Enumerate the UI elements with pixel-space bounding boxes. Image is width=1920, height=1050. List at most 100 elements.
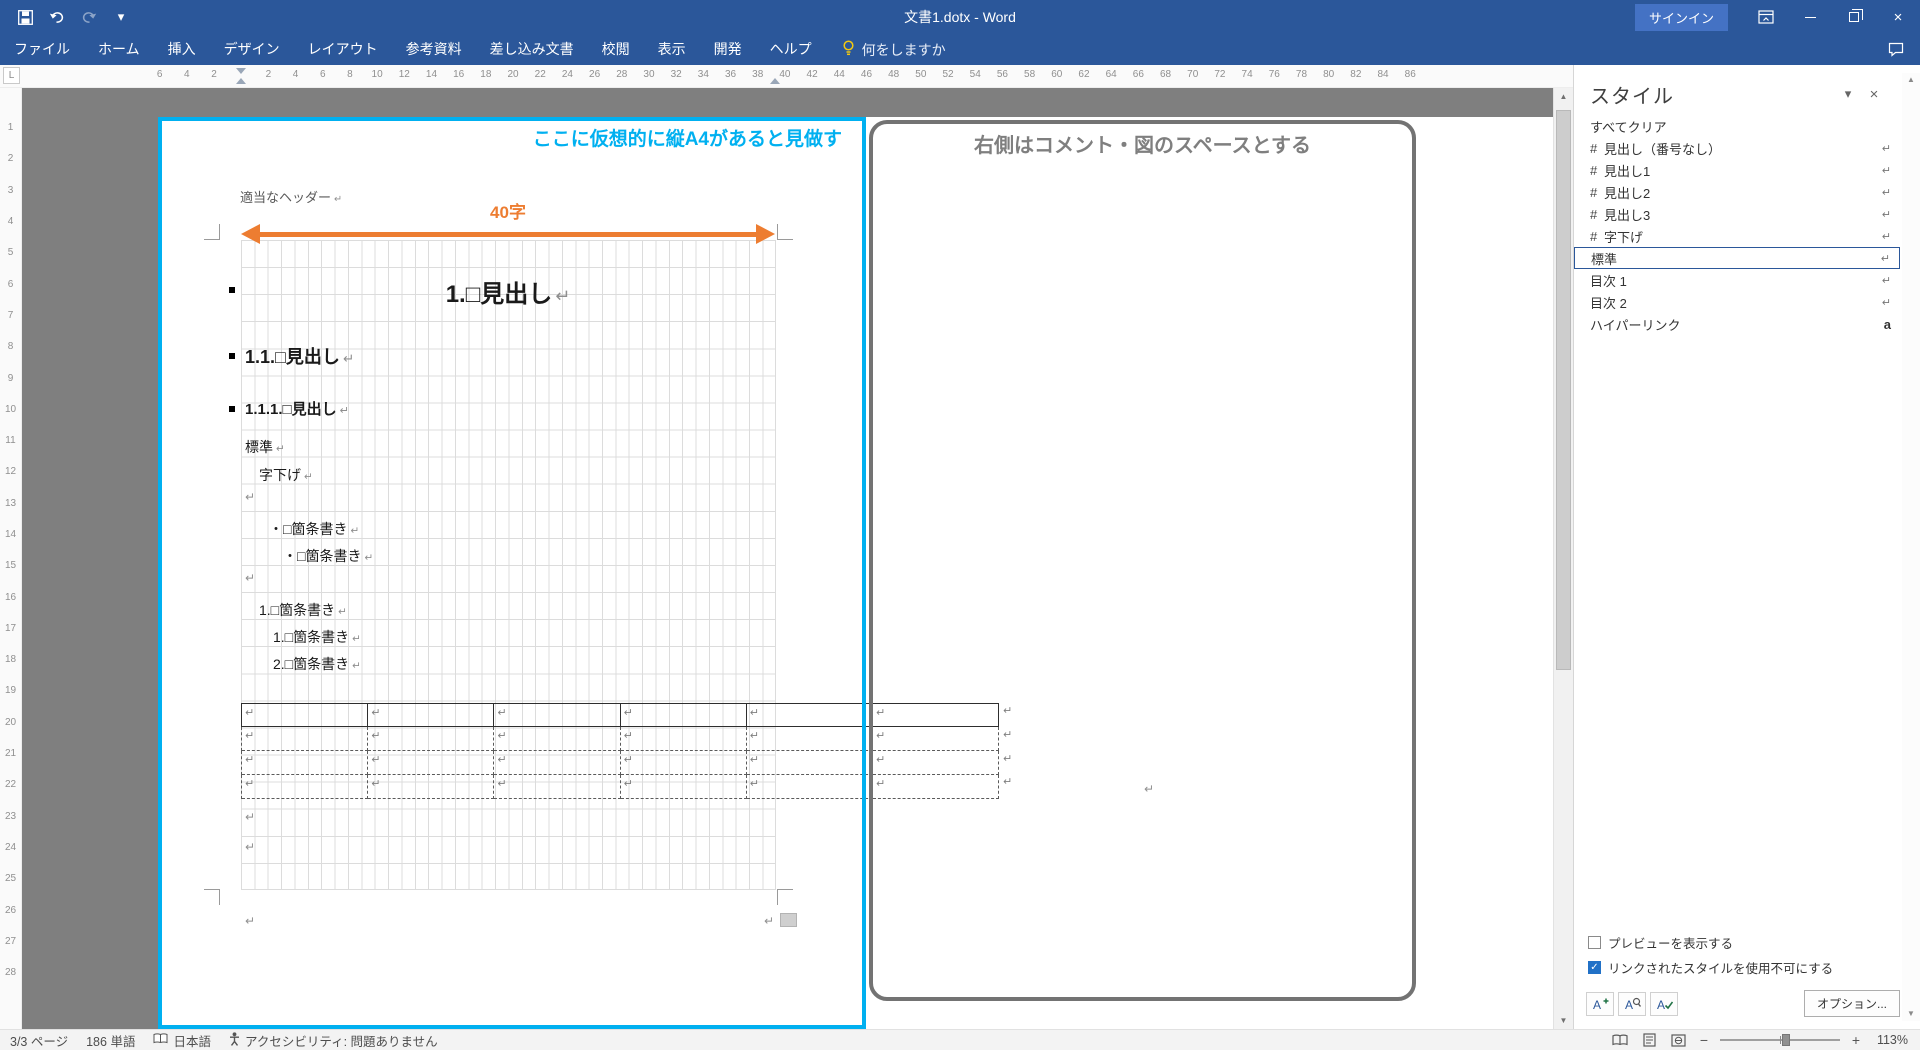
- table-cell[interactable]: ↵: [242, 751, 369, 775]
- hanging-indent-marker[interactable]: [236, 78, 246, 84]
- table-cell[interactable]: ↵: [368, 775, 495, 799]
- table-cell[interactable]: ↵: [494, 775, 621, 799]
- table-cell[interactable]: ↵: [746, 751, 873, 775]
- word-count-status[interactable]: 186 単語: [86, 1031, 135, 1050]
- ribbon-tab[interactable]: 挿入: [154, 34, 210, 65]
- document-vertical-scrollbar[interactable]: ▲ ▼: [1553, 88, 1573, 1029]
- ribbon-tab[interactable]: 参考資料: [392, 34, 476, 65]
- table-cell[interactable]: ↵: [242, 775, 369, 799]
- table-cell[interactable]: ↵: [746, 704, 873, 727]
- zoom-out-button[interactable]: −: [1697, 1032, 1711, 1048]
- proofing-status[interactable]: 日本語: [153, 1031, 211, 1050]
- minimize-button[interactable]: [1788, 0, 1832, 34]
- zoom-in-button[interactable]: +: [1849, 1032, 1863, 1048]
- read-mode-icon[interactable]: [1610, 1032, 1630, 1049]
- style-item-heading1[interactable]: # 見出し1 ↵: [1574, 159, 1900, 181]
- save-icon[interactable]: [12, 4, 38, 30]
- style-inspector-button[interactable]: A: [1618, 991, 1646, 1016]
- feedback-icon[interactable]: [1888, 42, 1904, 57]
- ribbon-display-options-icon[interactable]: [1744, 0, 1788, 34]
- style-item-heading-unnumbered[interactable]: # 見出し（番号なし） ↵: [1574, 137, 1900, 159]
- table-cell[interactable]: ↵: [494, 727, 621, 751]
- undo-icon[interactable]: [44, 4, 70, 30]
- close-button[interactable]: ×: [1876, 0, 1920, 34]
- zoom-percentage[interactable]: 113%: [1872, 1033, 1908, 1047]
- table-cell[interactable]: ↵: [494, 751, 621, 775]
- table-cell[interactable]: ↵: [872, 704, 1000, 727]
- doc-heading1[interactable]: 1.□見出し ↵: [241, 274, 775, 309]
- style-item-toc-1[interactable]: 目次 1 ↵: [1574, 269, 1900, 291]
- horizontal-ruler[interactable]: L 6 4 2 2 4 6 8 10 12 14 16 18 20 22 24 26 28 30 32 34 36 38 4…: [0, 65, 1573, 88]
- table-cell[interactable]: ↵: [620, 751, 747, 775]
- document-table[interactable]: ↵ ↵ ↵ ↵ ↵ ↵ ↵ ↵ ↵ ↵ ↵ ↵ ↵ ↵ ↵ ↵ ↵ ↵ ↵ ↵ ↵ ↵ ↵ ↵: [241, 703, 1000, 799]
- tab-selector-icon[interactable]: L: [3, 67, 20, 84]
- table-cell[interactable]: ↵: [872, 775, 1000, 799]
- signin-button[interactable]: サインイン: [1634, 3, 1728, 31]
- vertical-ruler[interactable]: 1 2 3 4 5 6 7 8 9 10 11 12 13 14 15 16 17 18 19 20 21 22 23 24 2…: [0, 88, 22, 1029]
- ribbon-tab[interactable]: ヘルプ: [756, 34, 826, 65]
- style-item-clear-all[interactable]: すべてクリア: [1574, 115, 1900, 137]
- doc-numbered-line-2[interactable]: 1.□箇条書き ↵: [273, 627, 361, 647]
- table-cell[interactable]: ↵: [620, 704, 747, 727]
- style-item-toc-2[interactable]: 目次 2 ↵: [1574, 291, 1900, 313]
- width-annotation-arrow[interactable]: 40字: [241, 203, 775, 247]
- doc-bullet-line-1[interactable]: ・□箇条書き ↵: [269, 519, 359, 539]
- table-cell[interactable]: ↵: [620, 727, 747, 751]
- table-cell[interactable]: ↵: [746, 727, 873, 751]
- table-cell[interactable]: ↵: [620, 775, 747, 799]
- scrollbar-thumb[interactable]: [1556, 110, 1571, 670]
- style-item-indent[interactable]: # 字下げ ↵: [1574, 225, 1900, 247]
- disable-linked-styles-checkbox[interactable]: ✓ リンクされたスタイルを使用不可にする: [1574, 955, 1900, 980]
- zoom-slider[interactable]: [1720, 1034, 1840, 1046]
- redo-icon[interactable]: [76, 4, 102, 30]
- restore-button[interactable]: [1832, 0, 1876, 34]
- table-cell[interactable]: ↵: [746, 775, 873, 799]
- table-cell[interactable]: ↵: [368, 704, 495, 727]
- show-preview-checkbox[interactable]: プレビューを表示する: [1574, 930, 1900, 955]
- scroll-up-icon[interactable]: ▲: [1554, 88, 1573, 105]
- ribbon-tab[interactable]: ホーム: [84, 34, 154, 65]
- doc-heading3[interactable]: 1.1.1.□見出し ↵: [245, 398, 349, 419]
- doc-bullet-line-2[interactable]: ・□箇条書き ↵: [283, 546, 373, 566]
- ribbon-tab[interactable]: レイアウト: [294, 34, 392, 65]
- style-item-normal[interactable]: 標準 ↵: [1574, 247, 1900, 269]
- manage-styles-button[interactable]: A: [1650, 991, 1678, 1016]
- doc-normal-line[interactable]: 標準 ↵: [245, 437, 285, 457]
- style-item-hyperlink[interactable]: ハイパーリンク a: [1574, 313, 1900, 335]
- scroll-up-icon[interactable]: ▲: [1902, 73, 1920, 87]
- ribbon-tab[interactable]: 開発: [700, 34, 756, 65]
- options-button[interactable]: オプション...: [1803, 990, 1900, 1017]
- right-indent-marker[interactable]: [770, 78, 780, 84]
- table-cell[interactable]: ↵: [872, 751, 1000, 775]
- zoom-slider-thumb[interactable]: [1782, 1034, 1790, 1046]
- ribbon-tab[interactable]: ファイル: [0, 34, 84, 65]
- table-cell[interactable]: ↵: [494, 704, 621, 727]
- web-layout-icon[interactable]: [1668, 1032, 1688, 1049]
- styles-pane-scrollbar[interactable]: ▲ ▼: [1902, 73, 1920, 1021]
- scroll-down-icon[interactable]: ▼: [1902, 1007, 1920, 1021]
- doc-numbered-line-3[interactable]: 2.□箇条書き ↵: [273, 654, 361, 674]
- pane-chevron-down-icon[interactable]: ▾: [1836, 86, 1860, 102]
- table-cell[interactable]: ↵: [368, 751, 495, 775]
- ribbon-tab[interactable]: 表示: [644, 34, 700, 65]
- doc-heading2[interactable]: 1.1.□見出し ↵: [245, 343, 354, 369]
- style-item-heading3[interactable]: # 見出し3 ↵: [1574, 203, 1900, 225]
- doc-numbered-line-1[interactable]: 1.□箇条書き ↵: [259, 600, 347, 620]
- ribbon-tab[interactable]: 校閲: [588, 34, 644, 65]
- new-style-button[interactable]: A: [1586, 991, 1614, 1016]
- document-canvas[interactable]: 適当なヘッダー ↵ 40字 1.□見出し ↵ 1.1.□見出し ↵ 1.1.1.□見出…: [22, 88, 1553, 1029]
- table-cell[interactable]: ↵: [242, 704, 369, 727]
- pane-close-icon[interactable]: ×: [1862, 86, 1886, 103]
- ribbon-tab[interactable]: 差し込み文書: [476, 34, 588, 65]
- print-layout-icon[interactable]: [1639, 1032, 1659, 1049]
- style-item-heading2[interactable]: # 見出し2 ↵: [1574, 181, 1900, 203]
- qat-customize-icon[interactable]: ▾: [108, 4, 134, 30]
- ribbon-tab[interactable]: デザイン: [210, 34, 294, 65]
- table-cell[interactable]: ↵: [872, 727, 1000, 751]
- scroll-down-icon[interactable]: ▼: [1554, 1012, 1573, 1029]
- accessibility-status[interactable]: アクセシビリティ: 問題ありません: [229, 1031, 438, 1050]
- table-cell[interactable]: ↵: [368, 727, 495, 751]
- table-cell[interactable]: ↵: [242, 727, 369, 751]
- tell-me-box[interactable]: 何をしますか: [842, 40, 946, 60]
- doc-indent-line[interactable]: 字下げ ↵: [259, 465, 313, 485]
